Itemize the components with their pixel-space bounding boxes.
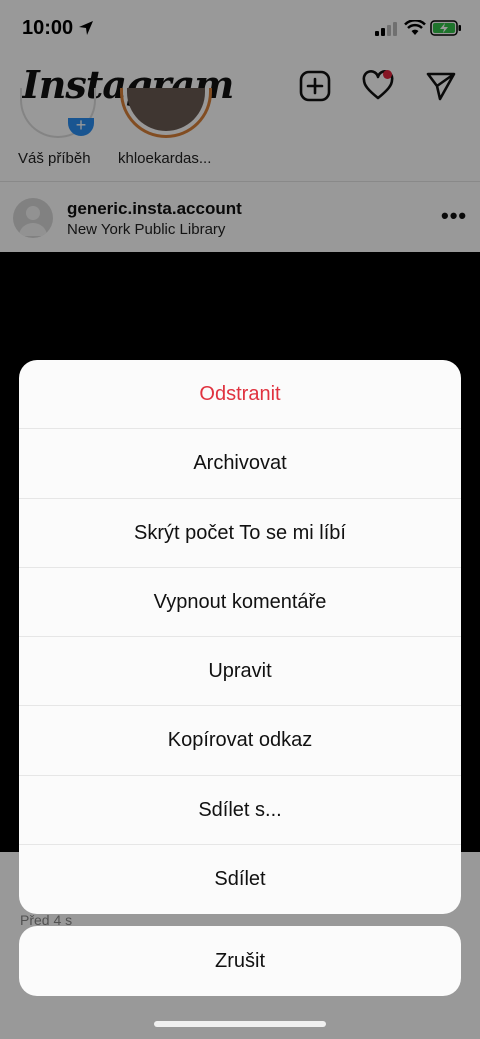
home-indicator[interactable] <box>154 1021 326 1027</box>
archive-button[interactable]: Archivovat <box>19 429 461 499</box>
action-sheet: Odstranit Archivovat Skrýt počet To se m… <box>19 360 461 914</box>
turn-off-comments-button[interactable]: Vypnout komentáře <box>19 568 461 637</box>
cancel-button[interactable]: Zrušit <box>19 926 461 996</box>
share-button[interactable]: Sdílet <box>19 845 461 914</box>
delete-button[interactable]: Odstranit <box>19 360 461 430</box>
edit-button[interactable]: Upravit <box>19 637 461 707</box>
hide-like-count-button[interactable]: Skrýt počet To se mi líbí <box>19 499 461 568</box>
copy-link-button[interactable]: Kopírovat odkaz <box>19 706 461 776</box>
share-to-button[interactable]: Sdílet s... <box>19 776 461 845</box>
